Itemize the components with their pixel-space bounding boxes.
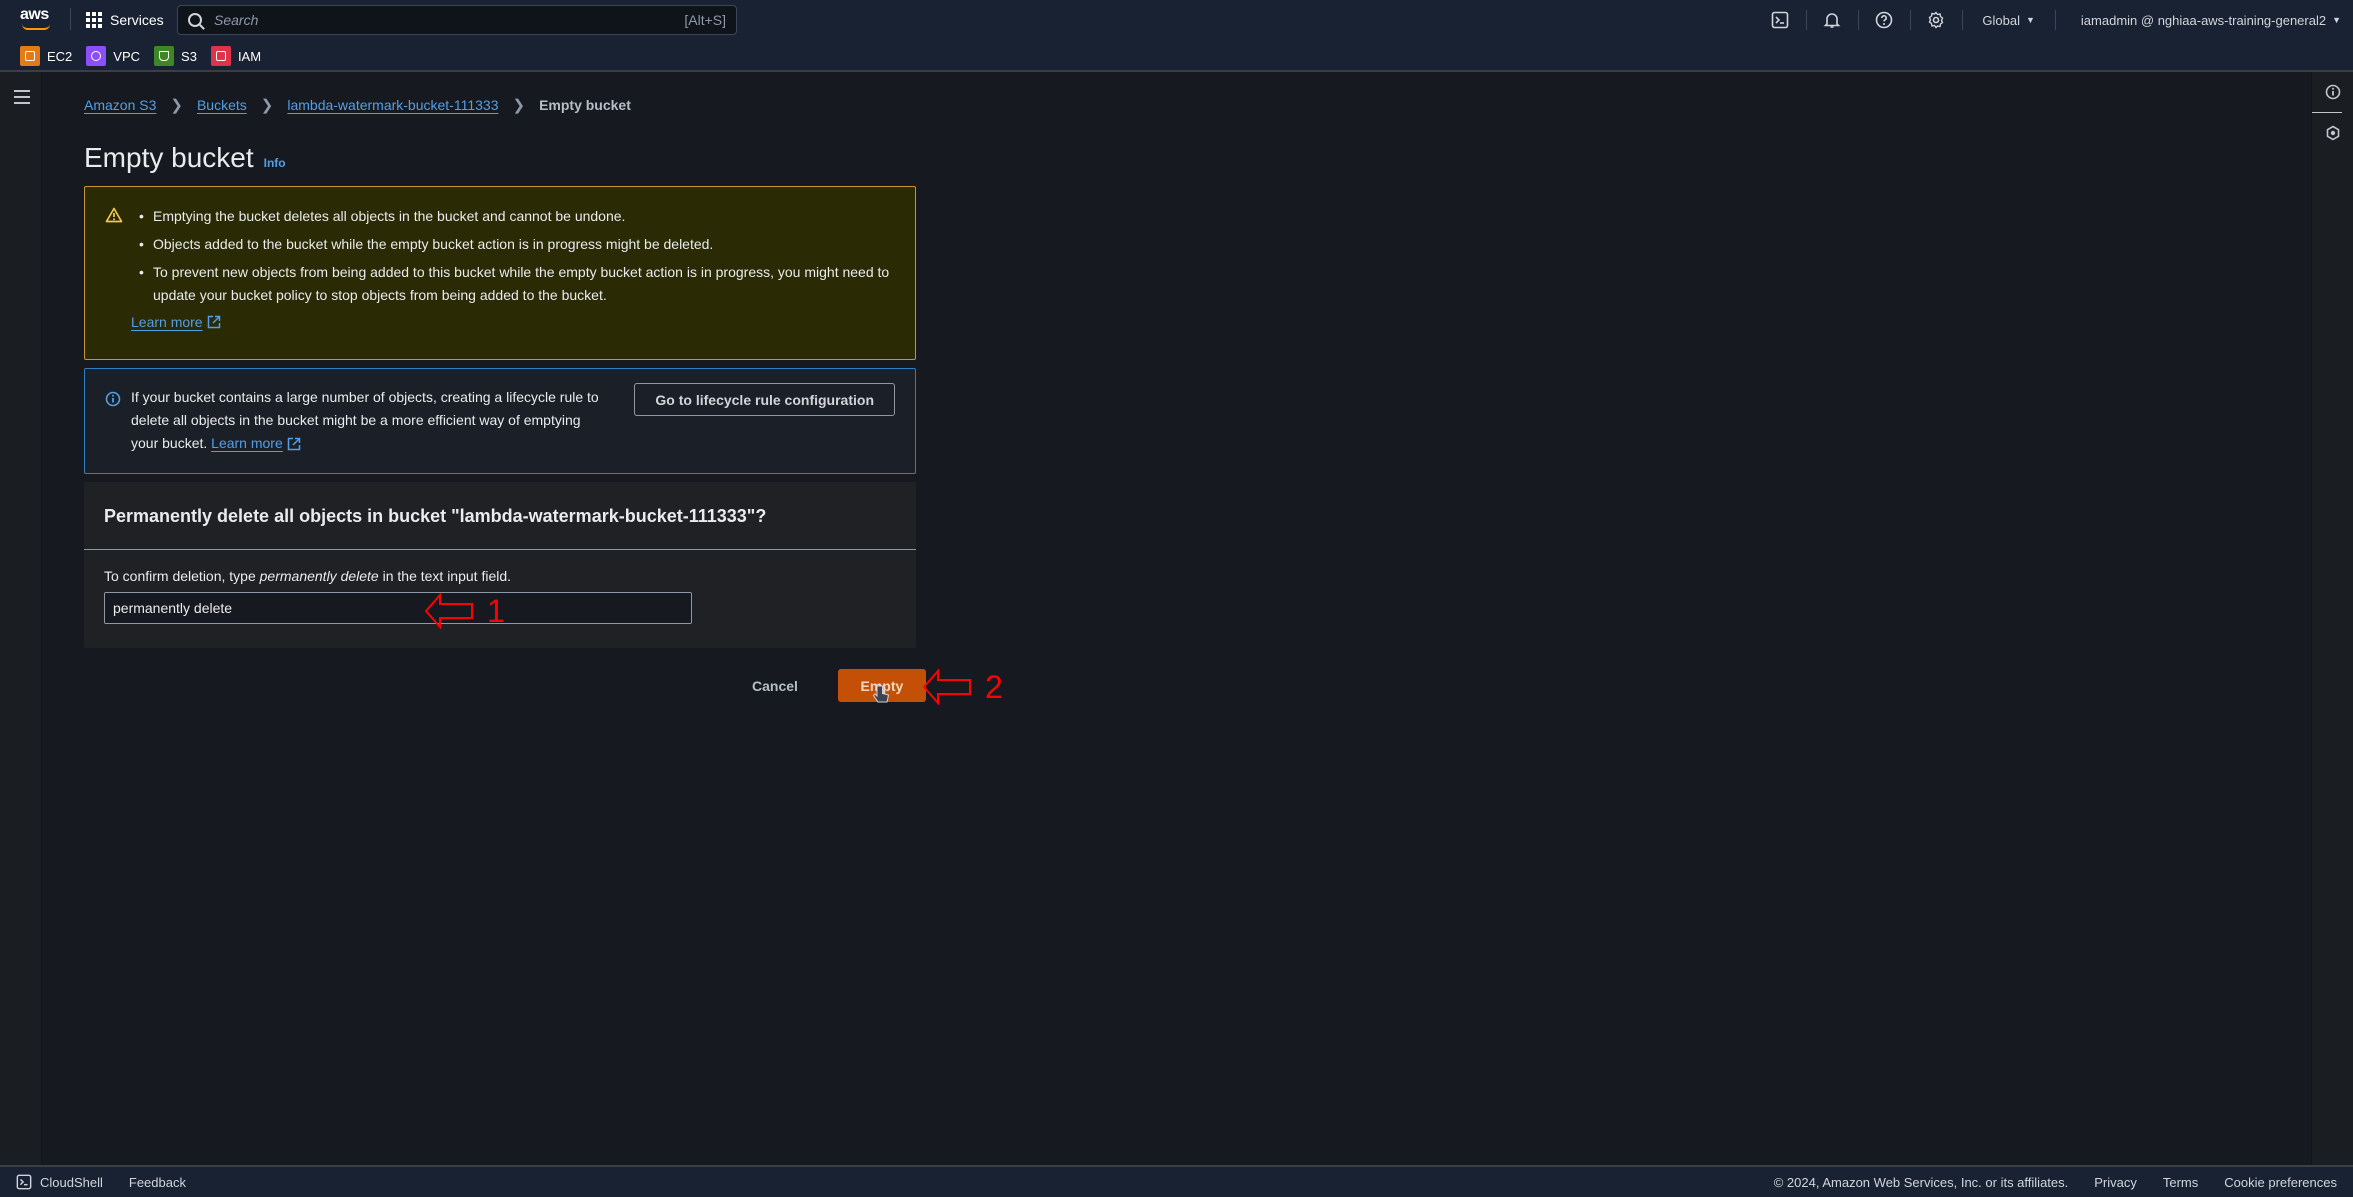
favorite-label: EC2 — [47, 48, 73, 64]
cookie-preferences-link[interactable]: Cookie preferences — [2224, 1175, 2337, 1190]
caret-down-icon: ▼ — [2026, 15, 2035, 25]
settings-button[interactable] — [1910, 0, 1962, 40]
info-icon — [2325, 84, 2341, 100]
amazon-q-icon — [2326, 125, 2340, 141]
search-icon — [188, 13, 202, 27]
annotation-arrow-2 — [922, 668, 971, 706]
page-header: Empty bucket Info — [84, 142, 286, 174]
warning-item: Emptying the bucket deletes all objects … — [139, 205, 891, 228]
form-actions: Cancel Empty — [734, 669, 926, 702]
cloudshell-icon — [16, 1174, 32, 1190]
iam-icon — [210, 46, 231, 66]
feedback-link[interactable]: Feedback — [129, 1175, 186, 1190]
label-prefix: To confirm deletion, type — [104, 568, 260, 584]
external-link-icon — [287, 437, 300, 450]
cloudshell-label: CloudShell — [40, 1174, 103, 1190]
breadcrumb: Amazon S3 ❯ Buckets ❯ lambda-watermark-b… — [84, 96, 631, 114]
terms-link[interactable]: Terms — [2163, 1175, 2198, 1190]
hand-cursor-icon — [872, 685, 890, 703]
amazon-q-button[interactable] — [2312, 113, 2353, 153]
account-label: iamadmin @ nghiaa-aws-training-general2 — [2080, 12, 2327, 28]
favorites-bar: EC2 VPC S3 IAM — [20, 44, 261, 68]
search-input[interactable] — [214, 12, 685, 28]
favorite-iam[interactable]: IAM — [210, 46, 262, 66]
info-link[interactable]: Info — [264, 156, 286, 170]
lifecycle-info-alert: If your bucket contains a large number o… — [84, 368, 916, 474]
warning-alert: Emptying the bucket deletes all objects … — [84, 186, 916, 360]
account-menu[interactable]: iamadmin @ nghiaa-aws-training-general2 … — [2054, 0, 2353, 40]
aws-logo[interactable]: aws — [20, 6, 54, 32]
privacy-link[interactable]: Privacy — [2094, 1175, 2137, 1190]
search-box[interactable]: [Alt+S] — [177, 5, 737, 35]
services-label: Services — [110, 12, 164, 28]
favorite-label: VPC — [113, 48, 141, 64]
vpc-icon — [86, 46, 107, 66]
page-title: Empty bucket — [84, 142, 254, 173]
menu-toggle-icon[interactable] — [14, 90, 30, 104]
divider — [70, 8, 71, 30]
info-text: If your bucket contains a large number o… — [131, 386, 601, 455]
cloudshell-button[interactable] — [1754, 0, 1806, 40]
grid-icon — [86, 12, 102, 28]
learn-more-label: Learn more — [131, 314, 203, 330]
chevron-right-icon: ❯ — [512, 97, 526, 114]
left-side-rail — [0, 72, 42, 1165]
favorite-label: IAM — [237, 48, 262, 64]
label-suffix: in the text input field. — [378, 568, 512, 584]
right-side-rail — [2311, 72, 2353, 1165]
region-label: Global — [1982, 12, 2020, 28]
confirm-heading: Permanently delete all objects in bucket… — [84, 482, 916, 550]
warning-item: To prevent new objects from being added … — [139, 261, 891, 307]
warning-learn-more-link[interactable]: Learn more — [131, 314, 221, 330]
notifications-button[interactable] — [1806, 0, 1858, 40]
info-panel-button[interactable] — [2312, 72, 2353, 112]
top-navigation: aws Services [Alt+S] Global — [0, 0, 2353, 72]
cancel-button[interactable]: Cancel — [734, 670, 816, 702]
gear-icon — [1929, 11, 1944, 29]
warning-item: Objects added to the bucket while the em… — [139, 233, 891, 256]
breadcrumb-buckets[interactable]: Buckets — [197, 97, 247, 113]
services-menu-button[interactable]: Services — [86, 8, 164, 32]
favorite-label: S3 — [181, 48, 197, 64]
annotation-step-1: 1 — [487, 593, 505, 629]
footer: CloudShell Feedback © 2024, Amazon Web S… — [0, 1165, 2353, 1197]
info-icon — [105, 391, 121, 407]
annotation-arrow-1 — [424, 592, 473, 630]
favorite-ec2[interactable]: EC2 — [20, 46, 72, 66]
s3-bucket-icon — [154, 46, 175, 66]
footer-cloudshell-button[interactable]: CloudShell — [16, 1174, 103, 1190]
favorite-s3[interactable]: S3 — [154, 46, 197, 66]
chevron-right-icon: ❯ — [260, 97, 274, 114]
breadcrumb-amazon-s3[interactable]: Amazon S3 — [84, 97, 156, 113]
confirm-label: To confirm deletion, type permanently de… — [104, 568, 896, 584]
copyright-text: © 2024, Amazon Web Services, Inc. or its… — [1773, 1174, 2069, 1190]
confirm-deletion-input[interactable] — [104, 592, 692, 624]
aws-logo-text: aws — [20, 6, 49, 23]
help-icon — [1876, 11, 1893, 29]
ec2-icon — [20, 46, 40, 66]
learn-more-label: Learn more — [211, 435, 283, 451]
bell-icon — [1823, 13, 1841, 28]
warning-list: Emptying the bucket deletes all objects … — [139, 205, 891, 307]
label-emphasis: permanently delete — [259, 568, 379, 584]
search-shortcut: [Alt+S] — [684, 12, 726, 28]
external-link-icon — [207, 315, 220, 329]
info-learn-more-link[interactable]: Learn more — [211, 432, 301, 455]
warning-icon — [105, 207, 123, 223]
cloudshell-icon — [1772, 11, 1789, 29]
annotation-step-2: 2 — [985, 669, 1003, 705]
breadcrumb-current: Empty bucket — [539, 97, 631, 113]
lifecycle-rule-config-button[interactable]: Go to lifecycle rule configuration — [634, 383, 895, 416]
favorite-vpc[interactable]: VPC — [86, 46, 140, 66]
breadcrumb-bucket-name[interactable]: lambda-watermark-bucket-111333 — [287, 97, 498, 113]
info-message: If your bucket contains a large number o… — [131, 389, 599, 451]
region-selector[interactable]: Global ▼ — [1962, 0, 2055, 40]
chevron-right-icon: ❯ — [170, 97, 183, 114]
caret-down-icon: ▼ — [2332, 15, 2341, 25]
help-button[interactable] — [1858, 0, 1910, 40]
